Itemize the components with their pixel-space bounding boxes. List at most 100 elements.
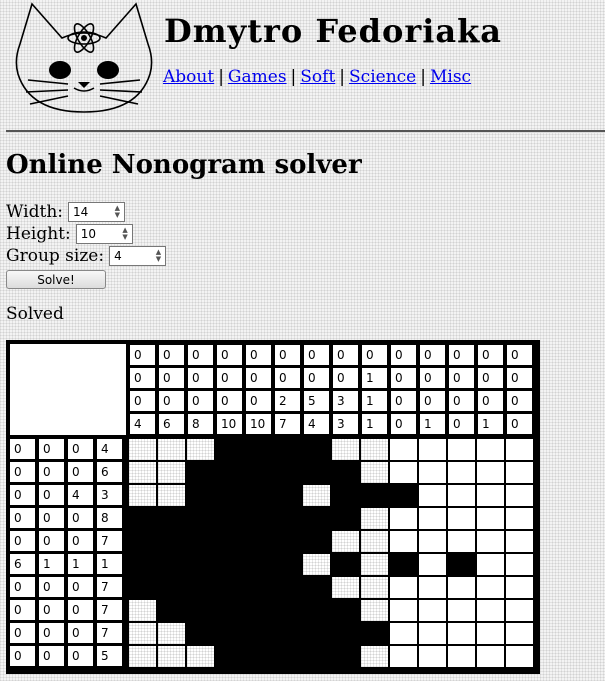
empty-cell[interactable] — [158, 646, 185, 667]
filled-cell[interactable] — [128, 507, 157, 530]
empty-cell[interactable] — [506, 600, 533, 621]
filled-cell[interactable] — [128, 530, 157, 553]
filled-cell[interactable] — [157, 553, 186, 576]
empty-cell[interactable] — [477, 646, 504, 667]
empty-cell[interactable] — [419, 531, 446, 552]
filled-cell[interactable] — [244, 622, 273, 645]
empty-cell[interactable] — [506, 462, 533, 483]
filled-cell[interactable] — [215, 438, 244, 461]
filled-cell[interactable] — [186, 553, 215, 576]
filled-cell[interactable] — [447, 553, 476, 576]
filled-cell[interactable] — [215, 484, 244, 507]
height-input[interactable]: 10 ▲ ▼ — [75, 224, 133, 244]
filled-cell[interactable] — [244, 438, 273, 461]
empty-cell[interactable] — [390, 439, 417, 460]
filled-cell[interactable] — [186, 461, 215, 484]
filled-cell[interactable] — [186, 622, 215, 645]
empty-cell[interactable] — [129, 462, 156, 483]
filled-cell[interactable] — [215, 622, 244, 645]
empty-cell[interactable] — [477, 623, 504, 644]
filled-cell[interactable] — [302, 599, 331, 622]
empty-cell[interactable] — [506, 577, 533, 598]
width-input[interactable]: 14 ▲ ▼ — [68, 202, 126, 222]
filled-cell[interactable] — [215, 530, 244, 553]
empty-cell[interactable] — [419, 462, 446, 483]
empty-cell[interactable] — [390, 600, 417, 621]
filled-cell[interactable] — [215, 507, 244, 530]
filled-cell[interactable] — [273, 576, 302, 599]
filled-cell[interactable] — [331, 553, 360, 576]
empty-cell[interactable] — [448, 531, 475, 552]
empty-cell[interactable] — [303, 554, 330, 575]
filled-cell[interactable] — [186, 599, 215, 622]
empty-cell[interactable] — [419, 577, 446, 598]
filled-cell[interactable] — [273, 599, 302, 622]
filled-cell[interactable] — [360, 622, 389, 645]
filled-cell[interactable] — [186, 507, 215, 530]
filled-cell[interactable] — [302, 530, 331, 553]
filled-cell[interactable] — [157, 576, 186, 599]
filled-cell[interactable] — [273, 507, 302, 530]
filled-cell[interactable] — [157, 530, 186, 553]
empty-cell[interactable] — [390, 462, 417, 483]
empty-cell[interactable] — [158, 462, 185, 483]
spinner-arrows-icon[interactable]: ▲ ▼ — [156, 249, 161, 263]
empty-cell[interactable] — [361, 577, 388, 598]
empty-cell[interactable] — [448, 508, 475, 529]
empty-cell[interactable] — [158, 439, 185, 460]
empty-cell[interactable] — [477, 531, 504, 552]
empty-cell[interactable] — [419, 600, 446, 621]
filled-cell[interactable] — [331, 484, 360, 507]
nav-games-link[interactable]: Games — [228, 67, 287, 87]
filled-cell[interactable] — [273, 622, 302, 645]
empty-cell[interactable] — [448, 577, 475, 598]
empty-cell[interactable] — [506, 508, 533, 529]
filled-cell[interactable] — [215, 645, 244, 668]
nav-misc-link[interactable]: Misc — [430, 67, 471, 87]
nav-science-link[interactable]: Science — [349, 67, 416, 87]
empty-cell[interactable] — [361, 554, 388, 575]
empty-cell[interactable] — [477, 462, 504, 483]
filled-cell[interactable] — [331, 622, 360, 645]
filled-cell[interactable] — [244, 553, 273, 576]
empty-cell[interactable] — [419, 439, 446, 460]
empty-cell[interactable] — [419, 508, 446, 529]
empty-cell[interactable] — [477, 485, 504, 506]
filled-cell[interactable] — [389, 484, 418, 507]
empty-cell[interactable] — [448, 646, 475, 667]
filled-cell[interactable] — [157, 599, 186, 622]
empty-cell[interactable] — [129, 623, 156, 644]
filled-cell[interactable] — [331, 507, 360, 530]
filled-cell[interactable] — [273, 484, 302, 507]
filled-cell[interactable] — [244, 530, 273, 553]
empty-cell[interactable] — [129, 646, 156, 667]
empty-cell[interactable] — [448, 462, 475, 483]
empty-cell[interactable] — [361, 646, 388, 667]
empty-cell[interactable] — [419, 554, 446, 575]
empty-cell[interactable] — [361, 531, 388, 552]
nav-about-link[interactable]: About — [163, 67, 214, 87]
filled-cell[interactable] — [215, 576, 244, 599]
filled-cell[interactable] — [389, 553, 418, 576]
empty-cell[interactable] — [361, 600, 388, 621]
empty-cell[interactable] — [390, 646, 417, 667]
filled-cell[interactable] — [302, 645, 331, 668]
filled-cell[interactable] — [273, 530, 302, 553]
spinner-arrows-icon[interactable]: ▲ ▼ — [115, 205, 120, 219]
solve-button[interactable]: Solve! — [6, 270, 106, 289]
group-size-input[interactable]: 4 ▲ ▼ — [109, 246, 167, 266]
empty-cell[interactable] — [477, 554, 504, 575]
empty-cell[interactable] — [187, 646, 214, 667]
empty-cell[interactable] — [419, 646, 446, 667]
filled-cell[interactable] — [302, 576, 331, 599]
empty-cell[interactable] — [361, 508, 388, 529]
filled-cell[interactable] — [244, 599, 273, 622]
empty-cell[interactable] — [506, 623, 533, 644]
empty-cell[interactable] — [158, 623, 185, 644]
filled-cell[interactable] — [128, 576, 157, 599]
empty-cell[interactable] — [477, 508, 504, 529]
empty-cell[interactable] — [448, 623, 475, 644]
filled-cell[interactable] — [244, 507, 273, 530]
empty-cell[interactable] — [332, 439, 359, 460]
empty-cell[interactable] — [303, 485, 330, 506]
